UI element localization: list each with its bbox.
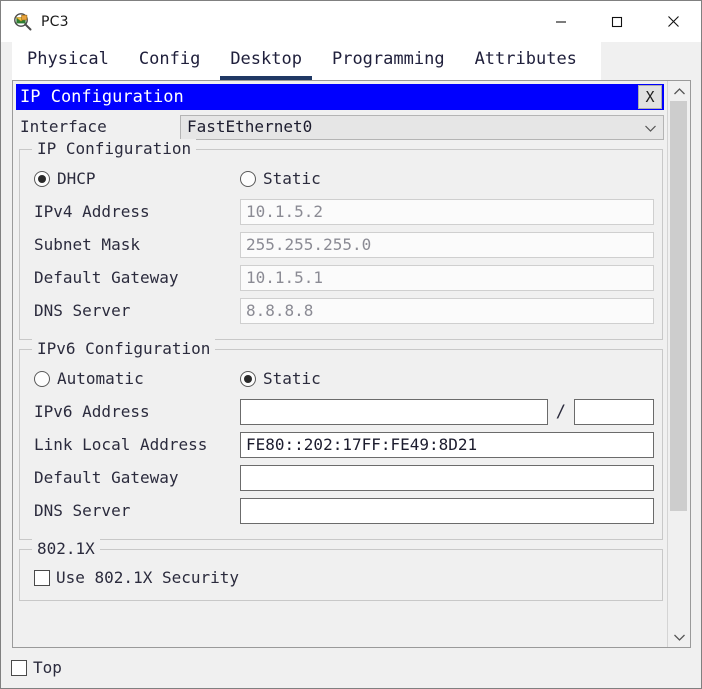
- interface-selected-value: FastEthernet0: [187, 117, 313, 136]
- ipv4-dns-server-input[interactable]: [240, 297, 654, 324]
- radio-empty-icon: [240, 171, 256, 187]
- ipv4-group-title: IP Configuration: [32, 139, 197, 159]
- ipv6-dns-server-row: DNS Server: [28, 496, 654, 525]
- link-local-address-input[interactable]: [240, 431, 654, 458]
- panel-scrollbar[interactable]: [667, 81, 690, 647]
- dot1x-group: 802.1X Use 802.1X Security: [19, 539, 663, 601]
- ipv6-default-gateway-label: Default Gateway: [34, 467, 179, 487]
- ipv4-mode-row: DHCP Static: [28, 166, 654, 192]
- ip-configuration-header-title: IP Configuration: [20, 87, 184, 107]
- ipv6-address-input[interactable]: [240, 398, 548, 425]
- ipv4-dhcp-radio[interactable]: DHCP: [28, 169, 240, 189]
- subnet-mask-row: Subnet Mask: [28, 230, 654, 259]
- window-bottom-bar: Top: [1, 648, 701, 688]
- ipv4-static-radio[interactable]: Static: [240, 169, 321, 189]
- checkbox-unchecked-icon: [11, 660, 27, 676]
- radio-empty-icon: [34, 371, 50, 387]
- window-controls: [533, 1, 701, 42]
- window-title: PC3: [41, 13, 69, 30]
- interface-select[interactable]: FastEthernet0: [180, 114, 664, 140]
- subnet-mask-label: Subnet Mask: [34, 234, 140, 254]
- tab-physical-label: Physical: [27, 49, 109, 69]
- minimize-button[interactable]: [533, 1, 589, 42]
- ipv6-mode-row: Automatic Static: [28, 366, 654, 392]
- chevron-down-icon: [644, 118, 657, 137]
- tab-programming-label: Programming: [331, 49, 445, 69]
- tab-attributes[interactable]: Attributes: [465, 44, 587, 80]
- tab-strip: Physical Config Desktop Programming Attr…: [12, 42, 601, 80]
- ipv6-automatic-radio[interactable]: Automatic: [28, 369, 240, 389]
- ipv6-static-label: Static: [263, 369, 321, 388]
- ipv6-configuration-group: IPv6 Configuration Automatic Static IPv6…: [19, 339, 663, 540]
- link-local-address-label: Link Local Address: [34, 434, 208, 454]
- ipv6-dns-server-label: DNS Server: [34, 500, 131, 520]
- checkbox-unchecked-icon: [34, 570, 50, 586]
- tab-physical[interactable]: Physical: [17, 44, 119, 80]
- scrollbar-up-arrow[interactable]: [668, 81, 690, 101]
- ipv6-group-title: IPv6 Configuration: [32, 339, 216, 359]
- tab-programming[interactable]: Programming: [322, 44, 455, 80]
- scrollbar-down-arrow[interactable]: [668, 627, 690, 647]
- link-local-address-row: Link Local Address: [28, 430, 654, 459]
- radio-filled-icon: [240, 371, 256, 387]
- ipv4-configuration-group: IP Configuration DHCP Static IPv4 Addres…: [19, 139, 663, 340]
- ipv6-address-label: IPv6 Address: [34, 401, 150, 421]
- close-window-button[interactable]: [645, 1, 701, 42]
- tab-config[interactable]: Config: [129, 44, 210, 80]
- title-bar-left: PC3: [1, 12, 69, 32]
- ipv6-address-row: IPv6 Address /: [28, 397, 654, 426]
- ipv4-default-gateway-label: Default Gateway: [34, 267, 179, 287]
- tab-desktop-label: Desktop: [230, 49, 302, 69]
- ipv6-automatic-label: Automatic: [57, 369, 144, 388]
- ipv6-default-gateway-input[interactable]: [240, 464, 654, 491]
- ipv4-address-input[interactable]: [240, 198, 654, 225]
- ip-configuration-panel: IP Configuration X Interface FastEtherne…: [13, 81, 667, 647]
- ip-configuration-close-button[interactable]: X: [638, 85, 662, 109]
- ipv6-static-radio[interactable]: Static: [240, 369, 321, 389]
- ipv4-default-gateway-row: Default Gateway: [28, 263, 654, 292]
- title-bar: PC3: [1, 1, 701, 42]
- pc-configuration-window: PC3 Physical Config Desktop Programming …: [0, 0, 702, 689]
- ipv6-dns-server-input[interactable]: [240, 497, 654, 524]
- packet-tracer-pc-icon: [13, 12, 33, 32]
- top-checkbox-label: Top: [33, 658, 62, 677]
- ipv4-dns-server-row: DNS Server: [28, 296, 654, 325]
- ipv6-default-gateway-row: Default Gateway: [28, 463, 654, 492]
- tab-desktop[interactable]: Desktop: [220, 44, 312, 80]
- top-checkbox-row[interactable]: Top: [11, 656, 62, 680]
- tab-config-label: Config: [138, 49, 201, 69]
- ipv6-prefix-separator: /: [555, 401, 566, 422]
- interface-row: Interface FastEthernet0: [16, 114, 664, 140]
- tab-strip-wrapper: Physical Config Desktop Programming Attr…: [1, 42, 701, 80]
- scrollbar-thumb[interactable]: [670, 101, 687, 511]
- ipv4-dhcp-label: DHCP: [57, 169, 96, 188]
- use-dot1x-security-row[interactable]: Use 802.1X Security: [28, 566, 654, 590]
- use-dot1x-security-label: Use 802.1X Security: [56, 568, 240, 587]
- ipv4-address-label: IPv4 Address: [34, 201, 150, 221]
- tab-attributes-label: Attributes: [474, 49, 577, 69]
- ip-configuration-header: IP Configuration X: [16, 84, 664, 110]
- desktop-content-area: IP Configuration X Interface FastEtherne…: [12, 80, 691, 648]
- maximize-button[interactable]: [589, 1, 645, 42]
- ipv4-static-label: Static: [263, 169, 321, 188]
- subnet-mask-input[interactable]: [240, 231, 654, 258]
- interface-label: Interface: [20, 117, 107, 136]
- radio-filled-icon: [34, 171, 50, 187]
- ipv4-dns-server-label: DNS Server: [34, 300, 131, 320]
- scrollbar-track[interactable]: [668, 101, 690, 627]
- ipv4-default-gateway-input[interactable]: [240, 264, 654, 291]
- ipv6-prefix-length-input[interactable]: [574, 398, 654, 425]
- ipv4-address-row: IPv4 Address: [28, 197, 654, 226]
- dot1x-group-title: 802.1X: [32, 539, 100, 559]
